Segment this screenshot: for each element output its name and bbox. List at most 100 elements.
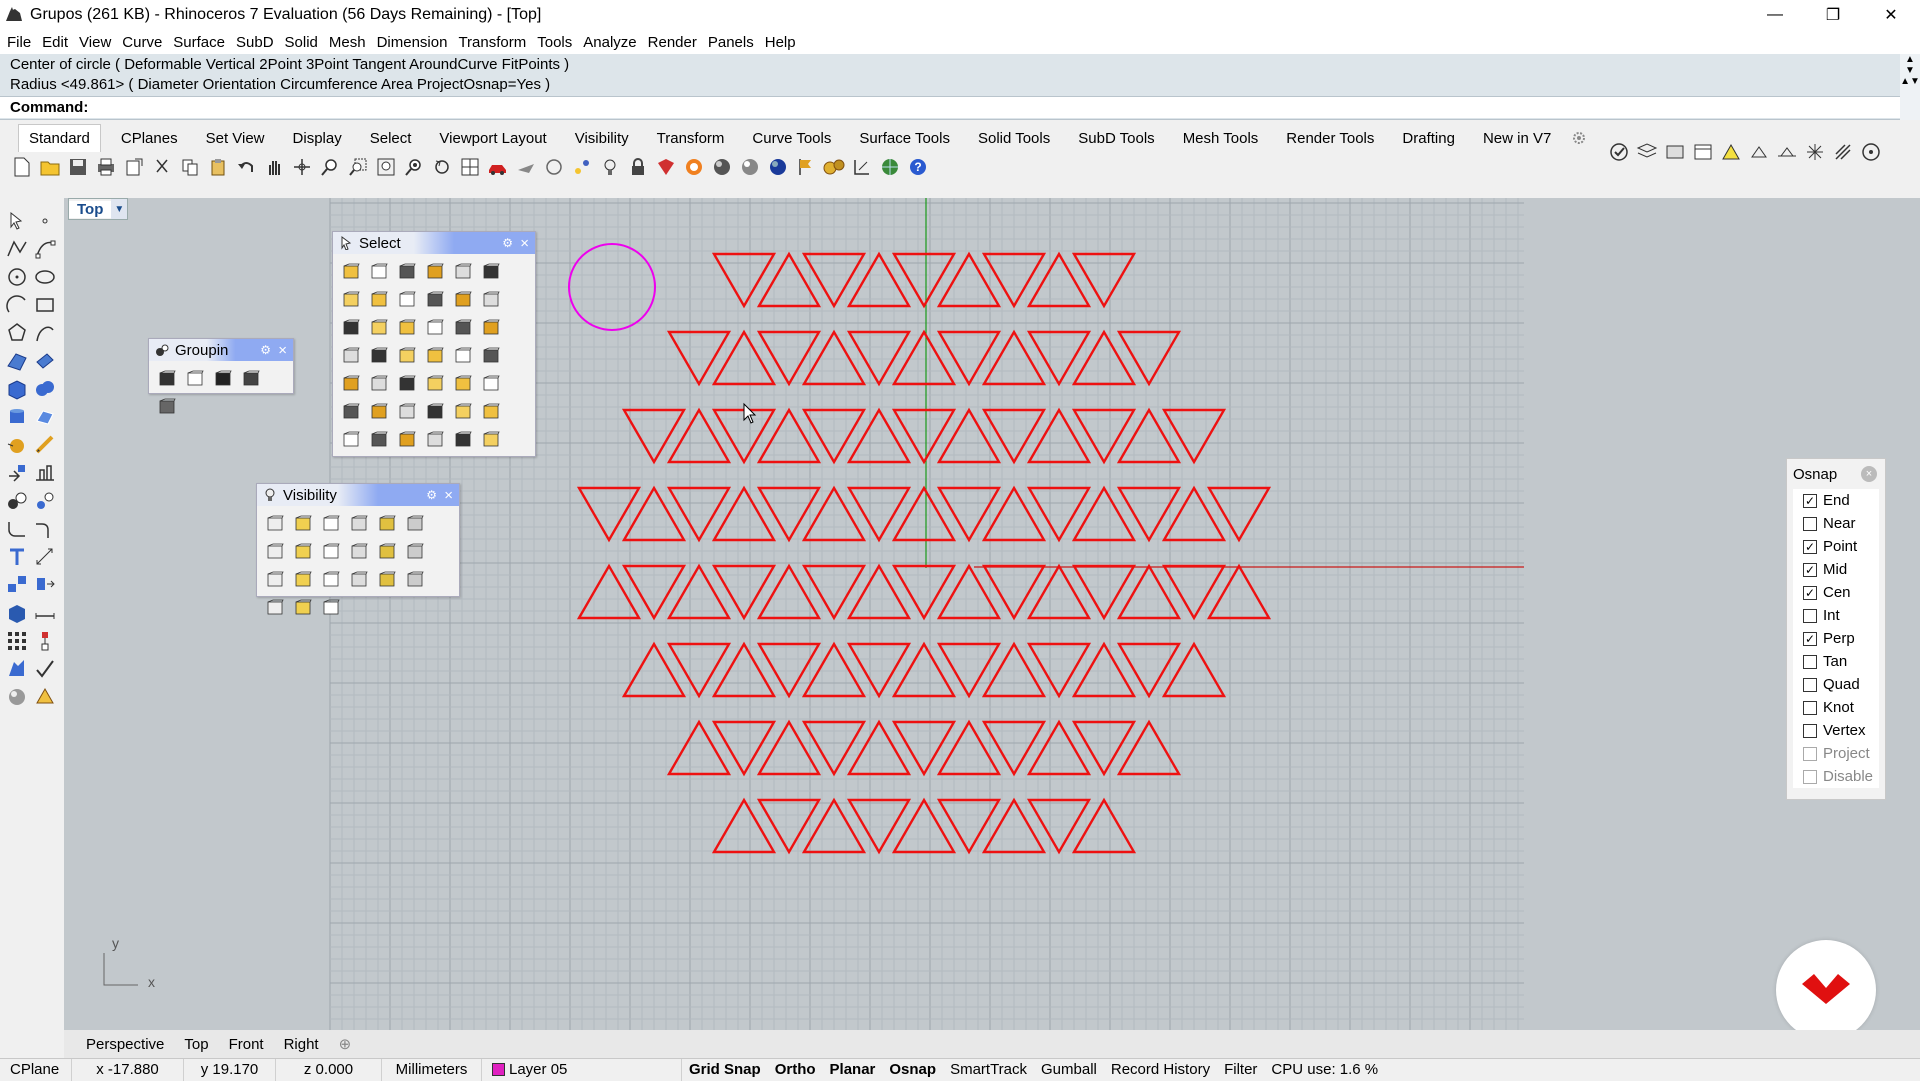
select-tool-icon[interactable]	[479, 400, 503, 424]
car-render-icon[interactable]	[487, 156, 509, 178]
group-icon[interactable]	[6, 490, 28, 512]
tab-curve-tools[interactable]: Curve Tools	[752, 130, 831, 147]
tab-render-tools[interactable]: Render Tools	[1286, 130, 1374, 147]
circle-icon[interactable]	[6, 266, 28, 288]
rotate-view-icon[interactable]	[291, 156, 313, 178]
open-file-icon[interactable]	[39, 156, 61, 178]
dimension-linear-icon[interactable]	[34, 546, 56, 568]
shaded-sphere-icon[interactable]	[711, 156, 733, 178]
pan-hand-icon[interactable]	[263, 156, 285, 178]
tab-viewport-layout[interactable]: Viewport Layout	[439, 130, 546, 147]
grouping-toolbar-header[interactable]: Groupin ⚙ ×	[149, 339, 293, 361]
osnap-checkbox[interactable]: ✓	[1803, 631, 1817, 646]
select-tool-icon[interactable]	[339, 372, 363, 396]
rendered-sphere-icon[interactable]	[739, 156, 761, 178]
viewport-menu-chevron-down-icon[interactable]: ▼	[111, 199, 128, 219]
grouping-tool-icon[interactable]	[155, 367, 179, 391]
menu-panels[interactable]: Panels	[708, 34, 754, 51]
select-tool-icon[interactable]	[451, 288, 475, 312]
select-tool-icon[interactable]	[423, 428, 447, 452]
tab-mesh-tools[interactable]: Mesh Tools	[1183, 130, 1259, 147]
menu-tools[interactable]: Tools	[537, 34, 572, 51]
paste-icon[interactable]	[207, 156, 229, 178]
tab-set-view[interactable]: Set View	[206, 130, 265, 147]
visibility-tool-icon[interactable]	[403, 540, 427, 564]
osnap-checkbox[interactable]	[1803, 677, 1817, 692]
rhino-app-icon[interactable]	[4, 5, 24, 25]
osnap-checkbox[interactable]	[1803, 700, 1817, 715]
ungroup-icon[interactable]	[34, 490, 56, 512]
select-tool-icon[interactable]	[423, 316, 447, 340]
color-wheel-icon[interactable]	[683, 156, 705, 178]
viewport-tab-front[interactable]: Front	[229, 1036, 264, 1053]
surface-from-points-icon[interactable]	[6, 350, 28, 372]
select-tool-icon[interactable]	[479, 372, 503, 396]
render-teapot-icon[interactable]	[6, 434, 28, 456]
visibility-tool-icon[interactable]	[291, 512, 315, 536]
select-tool-icon[interactable]	[423, 400, 447, 424]
menu-help[interactable]: Help	[765, 34, 796, 51]
select-tool-icon[interactable]	[367, 344, 391, 368]
menu-file[interactable]: File	[7, 34, 31, 51]
select-tool-icon[interactable]	[367, 372, 391, 396]
osnap-item-point[interactable]: ✓ Point	[1793, 535, 1879, 558]
osnap-item-vertex[interactable]: Vertex	[1793, 719, 1879, 742]
block-icon[interactable]	[6, 602, 28, 624]
tab-drafting[interactable]: Drafting	[1402, 130, 1455, 147]
status-ortho[interactable]: Ortho	[768, 1059, 823, 1081]
osnap-item-project[interactable]: Project	[1793, 742, 1879, 765]
render-settings-icon[interactable]	[6, 686, 28, 708]
toolbar-settings-gear-icon[interactable]	[1571, 130, 1587, 146]
cut-icon[interactable]	[151, 156, 173, 178]
grouping-tool-icon[interactable]	[183, 367, 207, 391]
ellipse-icon[interactable]	[34, 266, 56, 288]
osnap-item-cen[interactable]: ✓ Cen	[1793, 581, 1879, 604]
visibility-tool-icon[interactable]	[319, 512, 343, 536]
osnap-item-disable[interactable]: Disable	[1793, 765, 1879, 788]
menu-edit[interactable]: Edit	[42, 34, 68, 51]
osnap-item-int[interactable]: Int	[1793, 604, 1879, 627]
help-icon[interactable]: ?	[907, 156, 929, 178]
viewport-title[interactable]: Top	[69, 200, 112, 218]
viewport-top[interactable]: y x Top ▼ Select ⚙ × Groupin ⚙ × Visibil…	[64, 198, 1920, 1030]
viewport-tab-right[interactable]: Right	[284, 1036, 319, 1053]
osnap-item-tan[interactable]: Tan	[1793, 650, 1879, 673]
viewport-tab-perspective[interactable]: Perspective	[86, 1036, 164, 1053]
viewport-tab-top[interactable]: Top	[184, 1036, 208, 1053]
select-tool-icon[interactable]	[395, 428, 419, 452]
osnap-item-quad[interactable]: Quad	[1793, 673, 1879, 696]
select-tool-icon[interactable]	[367, 400, 391, 424]
osnap-close-icon[interactable]: ×	[1861, 466, 1877, 482]
visibility-tool-icon[interactable]	[403, 568, 427, 592]
select-tool-icon[interactable]	[395, 316, 419, 340]
select-tool-icon[interactable]	[479, 288, 503, 312]
text-icon[interactable]	[6, 546, 28, 568]
visibility-tool-icon[interactable]	[319, 596, 343, 620]
osnap-checkbox[interactable]: ✓	[1803, 539, 1817, 554]
curve-control-points-icon[interactable]	[34, 238, 56, 260]
close-button[interactable]: ✕	[1862, 0, 1920, 30]
select-tool-icon[interactable]	[479, 428, 503, 452]
arc-icon[interactable]	[6, 294, 28, 316]
grid-array-icon[interactable]	[6, 630, 28, 652]
menu-render[interactable]: Render	[648, 34, 697, 51]
osnap-checkbox[interactable]: ✓	[1803, 585, 1817, 600]
select-tool-icon[interactable]	[367, 260, 391, 284]
menu-solid[interactable]: Solid	[285, 34, 318, 51]
export-icon[interactable]	[123, 156, 145, 178]
properties-panel-icon[interactable]	[1608, 141, 1630, 163]
named-views-panel-icon[interactable]	[1860, 141, 1882, 163]
visibility-toolbar-gear-icon[interactable]: ⚙	[426, 488, 437, 502]
align-icon[interactable]	[34, 462, 56, 484]
maximize-button[interactable]: ❐	[1804, 0, 1862, 30]
menu-transform[interactable]: Transform	[458, 34, 526, 51]
menu-view[interactable]: View	[79, 34, 111, 51]
blend-curve-icon[interactable]	[34, 518, 56, 540]
add-viewport-tab-icon[interactable]: ⊕	[339, 1035, 352, 1053]
minimize-button[interactable]: —	[1746, 0, 1804, 30]
tab-select[interactable]: Select	[370, 130, 412, 147]
osnap-checkbox[interactable]	[1803, 769, 1817, 784]
blue-sphere-icon[interactable]	[767, 156, 789, 178]
select-tool-icon[interactable]	[395, 260, 419, 284]
tab-solid-tools[interactable]: Solid Tools	[978, 130, 1050, 147]
